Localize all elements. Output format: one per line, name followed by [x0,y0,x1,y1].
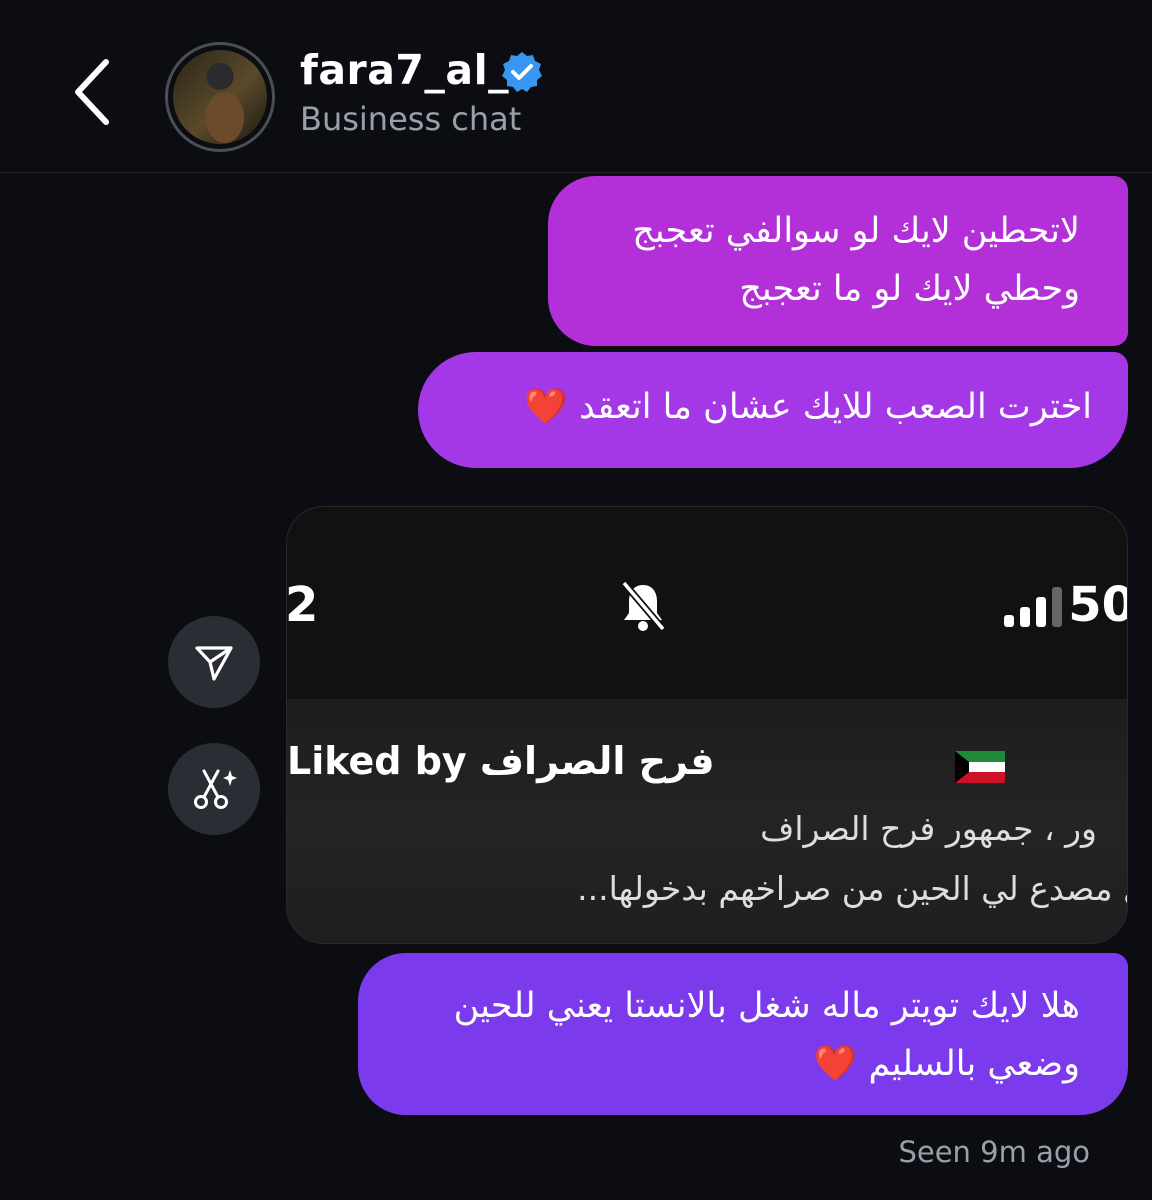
chat-subtitle: Business chat [300,100,522,138]
send-icon [195,646,233,681]
message-line-with-emoji: وضعي بالسليم ❤️ [388,1035,1080,1093]
message-line: لاتحطين لايك لو سوالفي تعجبج [632,211,1080,251]
seen-status: Seen 9m ago [898,1135,1090,1169]
scissors-sparkle-icon [194,769,237,809]
edit-button[interactable] [168,743,260,835]
avatar[interactable] [165,42,275,152]
liked-by-text: Liked by فرح الصراف [287,739,715,783]
message-line: وحطي لايك لو ما تعجبج [739,269,1080,309]
avatar-image [173,50,267,144]
message-bubble[interactable]: هلا لايك تويتر ماله شغل بالانستا يعني لل… [358,953,1128,1115]
liked-by-name: فرح الصراف [479,739,715,783]
signal-icon [1004,587,1062,627]
message-text: اخترت الصعب للايك عشان ما اتعقد [579,387,1092,427]
heart-emoji: ❤️ [524,387,568,427]
chat-header: fara7_al_ Business chat [0,0,1152,173]
screenshot-status-bar: 2 50 [287,507,1127,701]
kuwait-flag-icon [955,751,1005,783]
caption-line: ل مصدع لي الحين من صراخهم بدخولها... [577,869,1128,908]
share-button[interactable] [168,616,260,708]
message-line: هلا لايك تويتر ماله شغل بالانستا يعني لل… [453,986,1080,1026]
bell-muted-icon [621,580,666,632]
caption-line: ور ، جمهور فرح الصراف [760,809,1097,848]
liked-by-label: Liked by [287,739,467,783]
screenshot-attachment[interactable]: 2 50 Liked by فرح الصراف ور ، جمهور فرح … [286,506,1128,944]
message-line: وضعي بالسليم [868,1044,1080,1084]
verified-badge-icon [502,52,542,92]
username[interactable]: fara7_al_ [300,46,509,94]
back-button[interactable] [62,52,122,132]
chevron-left-icon [75,59,109,125]
message-bubble[interactable]: لاتحطين لايك لو سوالفي تعجبج وحطي لايك ل… [548,176,1128,346]
heart-emoji: ❤️ [813,1044,858,1084]
message-bubble[interactable]: اخترت الصعب للايك عشان ما اتعقد ❤️ [418,352,1128,468]
screenshot-body: Liked by فرح الصراف ور ، جمهور فرح الصرا… [287,699,1128,943]
status-count: 2 [286,577,319,633]
network-label: 50 [1068,577,1127,633]
